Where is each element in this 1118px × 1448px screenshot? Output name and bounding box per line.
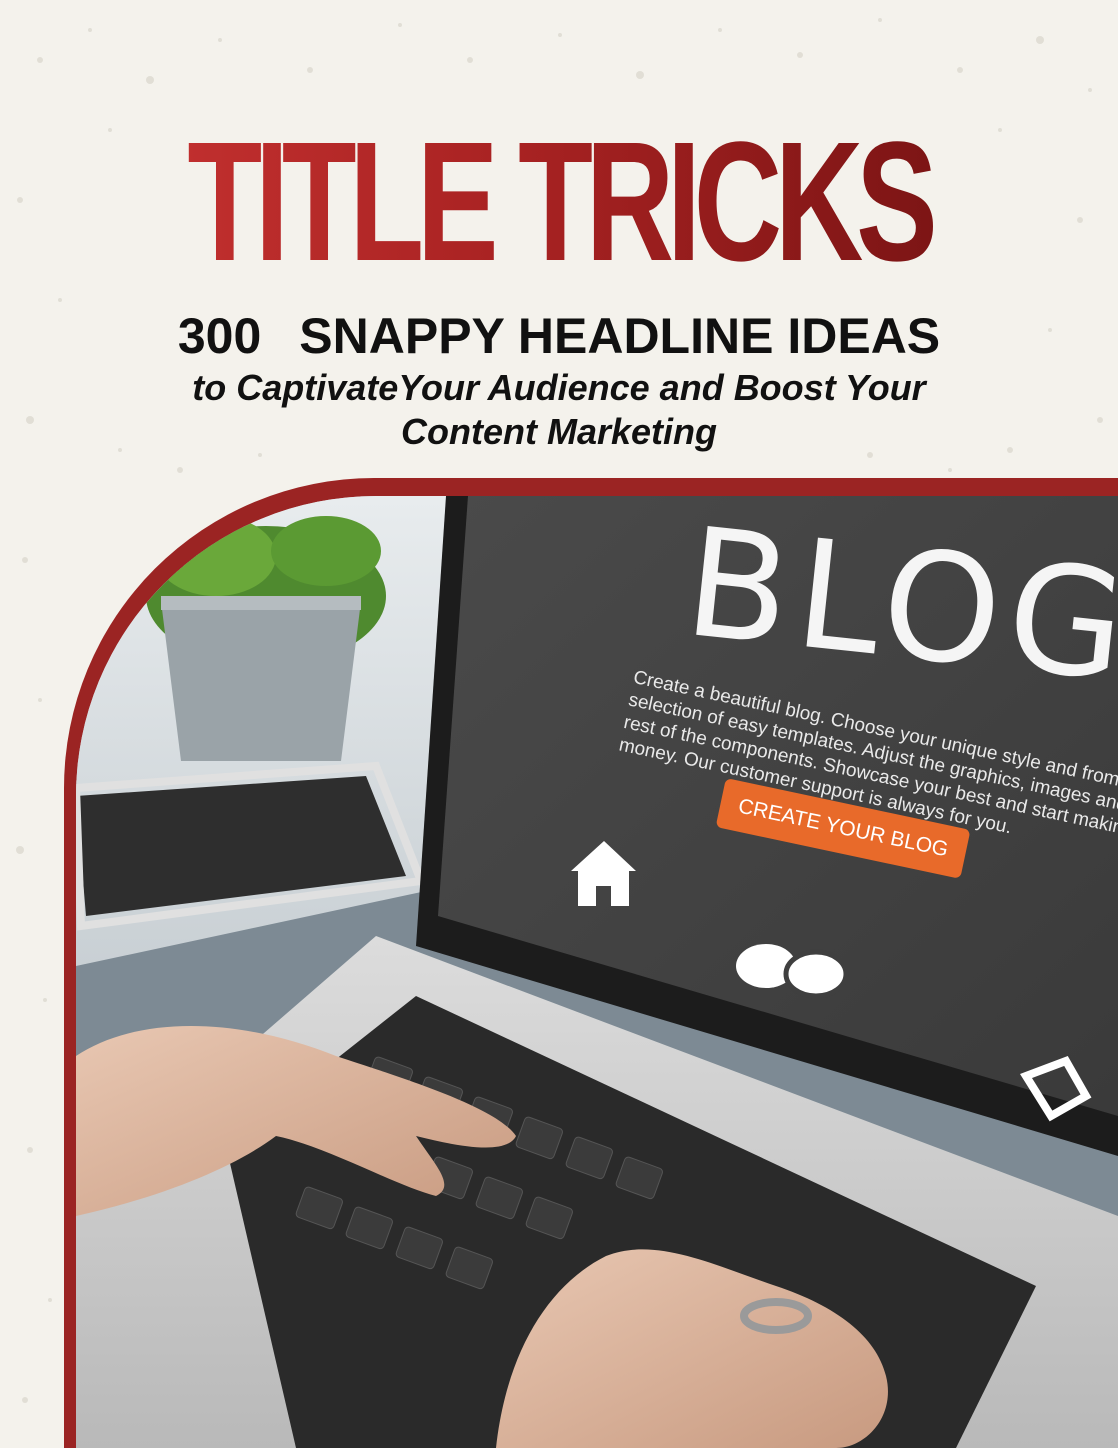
tagline-line-2: Content Marketing [400,411,717,452]
subtitle-text: SNAPPY HEADLINE IDEAS [299,308,941,364]
tagline-line-1: to CaptivateYour Audience and Boost Your [192,367,926,408]
headline-count: 300 [177,308,262,364]
laptop-photo: BLOG Create a beautiful blog. Choose you… [76,496,1118,1448]
cover-tagline: to CaptivateYour Audience and Boost Your… [0,366,1118,454]
photo-frame: BLOG Create a beautiful blog. Choose you… [64,478,1118,1448]
cover-subtitle: 300 SNAPPY HEADLINE IDEAS [0,306,1118,366]
cover-title: TITLE TRICKS [157,112,962,292]
